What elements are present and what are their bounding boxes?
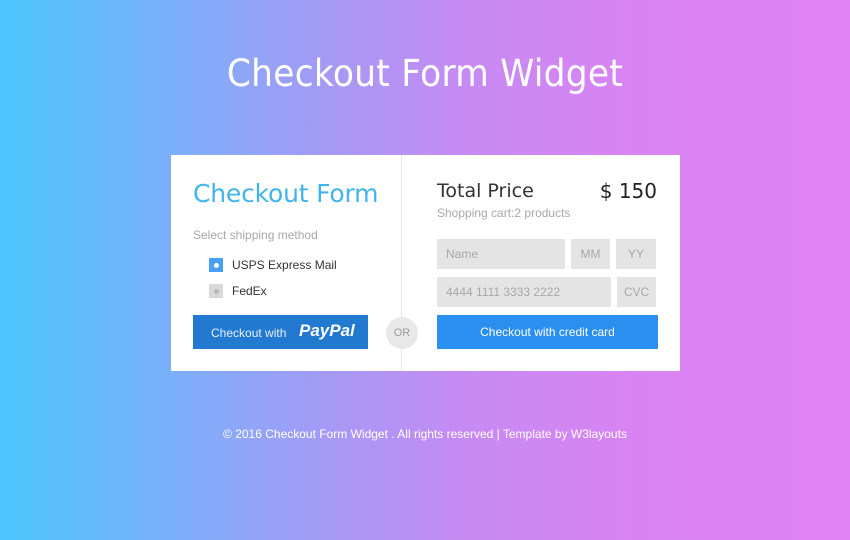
cart-summary: Shopping cart:2 products [437,206,571,220]
shipping-option-fedex[interactable]: FedEx [209,284,267,298]
name-input[interactable] [437,239,565,269]
card-number-input[interactable] [437,277,611,307]
total-price-value: $ 150 [599,179,657,203]
paypal-button-prefix: Checkout with [211,326,287,340]
shipping-option-usps[interactable]: USPS Express Mail [209,258,337,272]
radio-checked-icon[interactable] [209,258,223,272]
paypal-logo: PayPal [299,321,355,340]
shipping-option-label: FedEx [232,284,267,298]
total-price-label: Total Price [437,180,534,202]
shipping-method-label: Select shipping method [193,228,318,242]
cvc-input[interactable] [617,277,656,307]
checkout-form-title: Checkout Form [193,179,379,208]
checkout-card: Checkout Form Select shipping method USP… [171,155,680,371]
shipping-option-label: USPS Express Mail [232,258,337,272]
footer-copyright: © 2016 Checkout Form Widget . All rights… [223,427,627,441]
radio-unchecked-icon[interactable] [209,284,223,298]
checkout-paypal-button[interactable]: Checkout with PayPal [193,315,368,349]
expiry-month-input[interactable] [571,239,610,269]
or-separator: OR [386,317,418,349]
page-title: Checkout Form Widget [226,52,624,95]
checkout-credit-card-button[interactable]: Checkout with credit card [437,315,658,349]
expiry-year-input[interactable] [616,239,656,269]
